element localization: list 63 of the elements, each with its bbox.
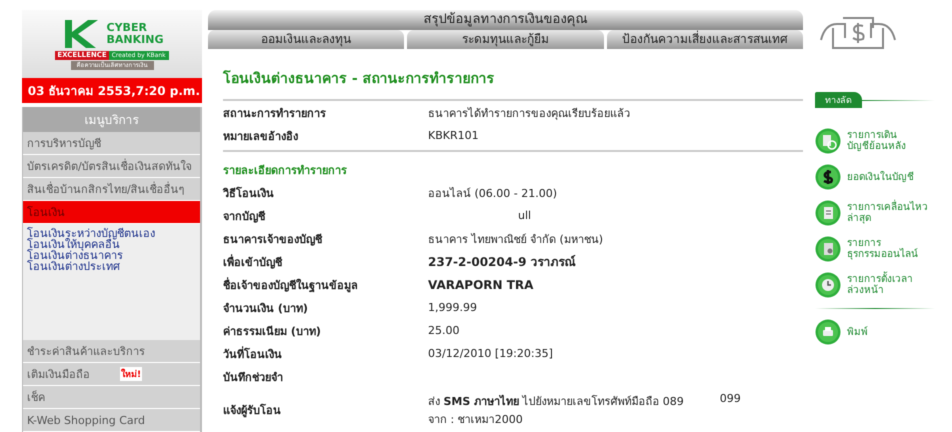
tab[interactable]: ป้องกันความเสี่ยงและสารสนเทศ (606, 30, 803, 49)
document-gear-icon[interactable] (815, 236, 841, 262)
menu-item[interactable]: บัตรเครดิต/บัตรสินเชื่อเงินสดทันใจ (23, 155, 200, 178)
section-title: รายละเอียดการทำรายการ (223, 163, 348, 179)
submenu-link[interactable]: โอนเงินต่างธนาคาร (27, 250, 196, 261)
field-value: ull (517, 209, 532, 222)
shortcut-link[interactable]: รายการ ธุรกรรมออนไลน์ (847, 238, 918, 260)
shortcut-title: ทางลัด (815, 92, 862, 108)
menu-item[interactable]: สินเชื่อบ้านกสิกรไทย/สินเชื่ออื่นๆ (23, 178, 200, 201)
print-link[interactable]: พิมพ์ (847, 326, 868, 338)
field-label: ค่าธรรมเนียม (บาท) (223, 324, 322, 340)
menu-item[interactable]: การบริหารบัญชี (23, 132, 200, 155)
logo-text: BANKING (106, 34, 164, 46)
print-icon[interactable] (815, 319, 841, 345)
field-value: 237-2-00204-9 วราภรณ์ (428, 254, 577, 271)
tab-header[interactable]: สรุปข้อมูลทางการเงินของคุณ (208, 10, 803, 30)
field-label: หมายเลขอ้างอิง (223, 128, 299, 144)
field-value: KBKR101 (428, 129, 480, 142)
date-time: 03 ธันวาคม 2553,7:20 p.m. (22, 78, 202, 103)
field-label: วันที่โอนเงิน (223, 345, 283, 362)
shortcut-link[interactable]: รายการเคลื่อนไหว ล่าสุด (847, 202, 928, 224)
menu-item[interactable]: K-Web Shopping Card (23, 409, 200, 432)
field-value: ธนาคารได้ทำรายการของคุณเรียบร้อยแล้ว (428, 106, 631, 122)
document-icon[interactable] (815, 200, 841, 226)
shortcut-link[interactable]: รายการตั้งเวลา ล่วงหน้า (847, 274, 913, 296)
dollar-icon[interactable] (815, 164, 841, 190)
menu-item[interactable]: เติมเงินมือถือ ใหม่! (23, 363, 200, 386)
field-label: เพื่อเข้าบัญชี (223, 253, 284, 270)
field-label: แจ้งผู้รับโอน (223, 402, 282, 419)
menu-label: เติมเงินมือถือ (27, 367, 90, 383)
submenu-link[interactable]: โอนเงินต่างประเทศ (27, 261, 196, 272)
field-value: 1,999.99 (428, 301, 478, 314)
field-value: 099 (720, 392, 741, 407)
field-value: ส่ง SMS ภาษาไทย ไปยังหมายเลขโทรศัพท์มือถือ 089 (428, 394, 684, 410)
tab[interactable]: ออมเงินและลงทุน (208, 30, 404, 49)
page-title: โอนเงินต่างธนาคาร - สถานะการทำรายการ (223, 49, 803, 101)
field-label: ชื่อเจ้าของบัญชีในฐานข้อมูล (223, 276, 359, 294)
menu-item[interactable]: โอนเงิน (23, 201, 200, 224)
logo-text: CYBER (106, 22, 148, 34)
field-label: สถานะการทำรายการ (223, 106, 327, 122)
field-value: VARAPORN TRA (428, 278, 534, 292)
shortcut-link[interactable]: รายการเดิน บัญชีย้อนหลัง (847, 130, 906, 152)
tab[interactable]: ระดมทุนและกู้ยืม (407, 30, 604, 49)
field-label: วิธีโอนเงิน (223, 186, 275, 202)
field-label: ธนาคารเจ้าของบัญชี (223, 232, 324, 248)
field-label: จำนวนเงิน (บาท) (223, 300, 309, 316)
field-value: ธนาคาร ไทยพาณิชย์ จำกัด (มหาชน) (428, 232, 604, 248)
menu-item[interactable]: เช็ค (23, 386, 200, 409)
menu-item[interactable]: ชำระค่าสินค้าและบริการ (23, 340, 200, 363)
field-label: จากบัญชี (223, 208, 266, 224)
submenu-link[interactable]: โอนเงินให้บุคคลอื่น (27, 239, 196, 250)
new-badge: ใหม่! (120, 367, 142, 381)
field-value: จาก : ชาเหมา2000 (428, 412, 524, 428)
field-value: 03/12/2010 [19:20:35] (428, 347, 554, 360)
menu-title: เมนูบริการ (23, 107, 200, 132)
submenu-link[interactable]: โอนเงินระหว่างบัญชีตนเอง (27, 228, 196, 239)
field-label: บันทึกช่วยจำ (223, 370, 284, 386)
field-value: ออนไลน์ (06.00 - 21.00) (428, 186, 558, 202)
document-coin-icon[interactable] (815, 128, 841, 154)
clock-icon[interactable] (815, 272, 841, 298)
shortcut-link[interactable]: ยอดเงินในบัญชี (847, 172, 914, 182)
money-hands-icon (819, 14, 897, 52)
field-value: 25.00 (428, 324, 460, 337)
